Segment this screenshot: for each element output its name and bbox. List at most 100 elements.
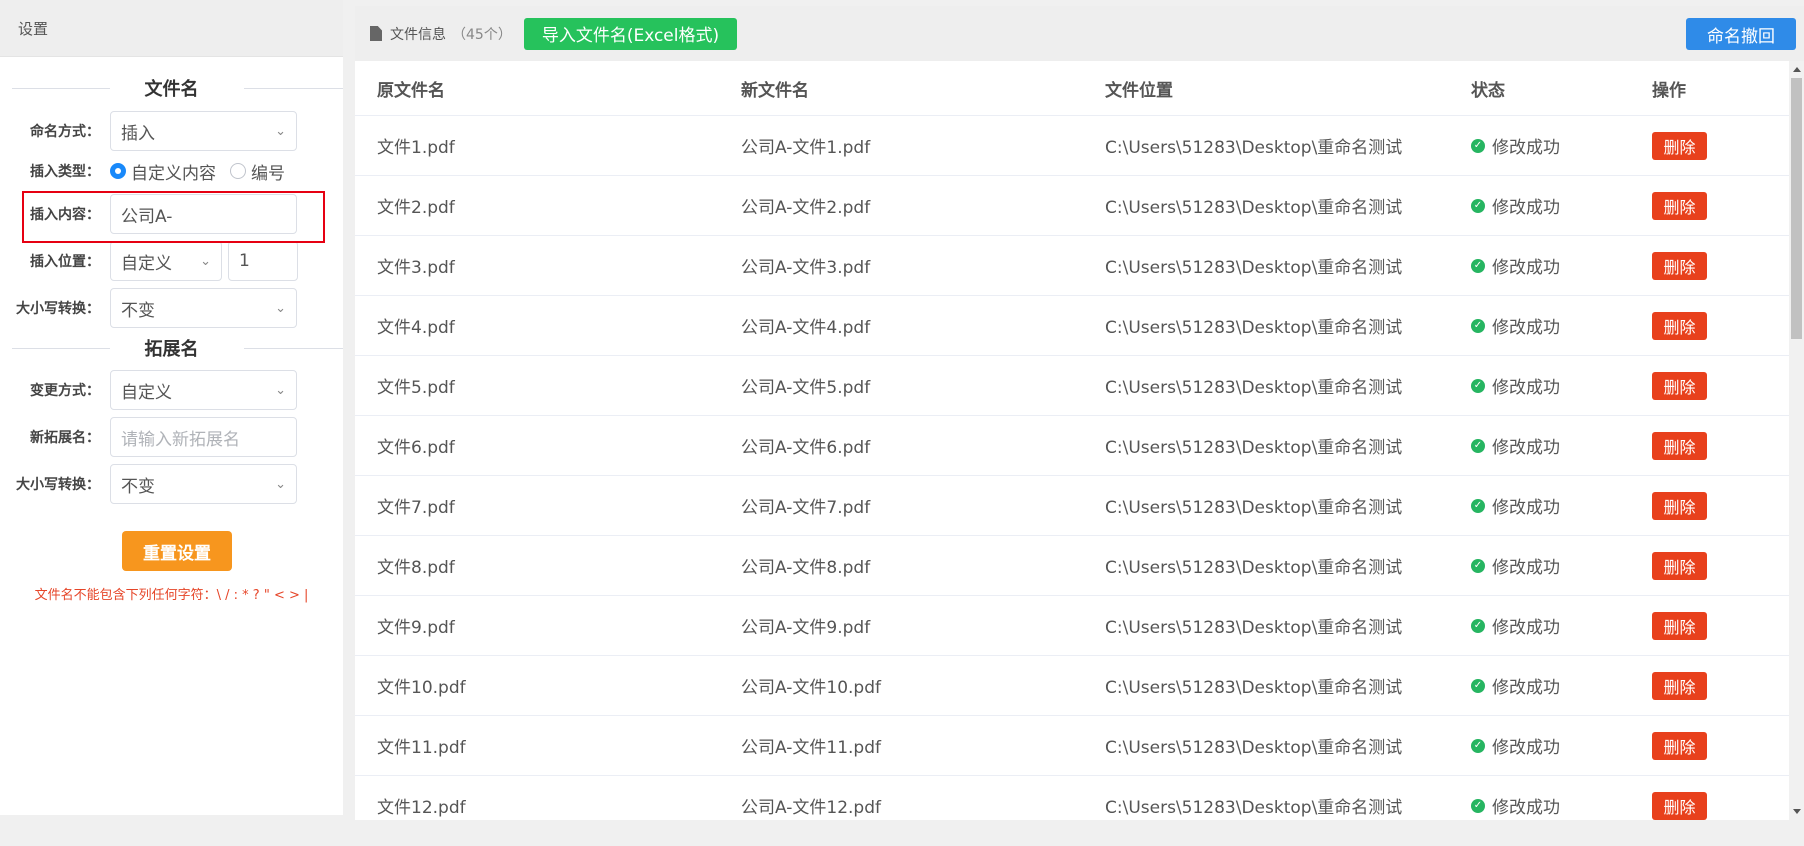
new-filename: 公司A-文件2.pdf [741,198,871,218]
new-filename: 公司A-文件3.pdf [741,258,871,278]
column-header-status[interactable]: 状态 [1449,76,1635,101]
naming-method-row: 命名方式： 插入 ⌄ [0,111,343,151]
insert-position-number-input[interactable]: 1 [228,241,298,281]
change-method-select[interactable]: 自定义 ⌄ [110,370,297,410]
import-filenames-button[interactable]: 导入文件名(Excel格式) [523,17,738,50]
status-cell: ✓ 修改成功 [1449,433,1635,458]
action-cell: 删除 [1635,311,1789,340]
settings-header: 设置 [0,0,343,57]
file-count: （45个） [452,26,512,43]
status-text: 修改成功 [1492,618,1560,638]
filename-section-title: 文件名 [0,75,343,103]
column-header-original[interactable]: 原文件名 [355,76,719,101]
bottom-strip [0,820,1804,846]
status-text: 修改成功 [1492,798,1560,818]
insert-content-highlight-box [22,191,325,243]
new-filename: 公司A-文件12.pdf [741,798,881,818]
case-convert-label: 大小写转换： [16,301,100,317]
delete-button[interactable]: 删除 [1652,371,1707,400]
insert-type-number-option[interactable]: 编号 [230,159,285,184]
new-filename: 公司A-文件11.pdf [741,738,881,758]
scroll-up-icon[interactable] [1793,67,1801,72]
insert-position-label: 插入位置： [30,254,100,270]
change-method-value: 自定义 [121,382,172,403]
vertical-scrollbar[interactable] [1789,61,1804,820]
insert-type-custom-label: 自定义内容 [131,163,216,184]
new-filename: 公司A-文件1.pdf [741,138,871,158]
file-table: 原文件名 新文件名 文件位置 状态 操作 文件1.pdf 公司A-文件1.pdf C… [355,61,1789,836]
radio-unchecked-icon[interactable] [230,163,246,179]
column-header-new[interactable]: 新文件名 [719,76,1083,101]
delete-button[interactable]: 删除 [1652,491,1707,520]
action-cell: 删除 [1635,191,1789,220]
delete-button[interactable]: 删除 [1652,791,1707,820]
delete-button[interactable]: 删除 [1652,251,1707,280]
table-row: 文件2.pdf 公司A-文件2.pdf C:\Users\51283\Desktop… [355,176,1789,236]
undo-rename-button[interactable]: 命名撤回 [1686,18,1796,50]
check-circle-icon: ✓ [1471,618,1485,633]
action-cell: 删除 [1635,611,1789,640]
file-location: C:\Users\51283\Desktop\重命名测试 [1105,798,1403,818]
ext-case-convert-value: 不变 [121,476,155,497]
action-cell: 删除 [1635,251,1789,280]
new-filename: 公司A-文件8.pdf [741,558,871,578]
original-filename: 文件1.pdf [377,138,455,158]
status-cell: ✓ 修改成功 [1449,793,1635,818]
action-cell: 删除 [1635,551,1789,580]
check-circle-icon: ✓ [1471,258,1485,273]
status-text: 修改成功 [1492,258,1560,278]
case-convert-value: 不变 [121,300,155,321]
check-circle-icon: ✓ [1471,438,1485,453]
ext-case-convert-select[interactable]: 不变 ⌄ [110,464,297,504]
filename-warning: 文件名不能包含下列任何字符：\ / : * ? " < > | [34,588,309,603]
original-filename: 文件10.pdf [377,678,466,698]
delete-button[interactable]: 删除 [1652,131,1707,160]
column-header-location[interactable]: 文件位置 [1083,76,1449,101]
delete-button[interactable]: 删除 [1652,311,1707,340]
status-cell: ✓ 修改成功 [1449,253,1635,278]
reset-settings-button[interactable]: 重置设置 [122,531,232,571]
table-row: 文件10.pdf 公司A-文件10.pdf C:\Users\51283\Deskt… [355,656,1789,716]
table-row: 文件3.pdf 公司A-文件3.pdf C:\Users\51283\Desktop… [355,236,1789,296]
delete-button[interactable]: 删除 [1652,551,1707,580]
status-cell: ✓ 修改成功 [1449,733,1635,758]
radio-checked-icon[interactable] [110,163,126,179]
settings-panel: 设置 文件名 命名方式： 插入 ⌄ 插入类型： 自定义内容 编号 插入内容： 公… [0,0,343,815]
table-row: 文件9.pdf 公司A-文件9.pdf C:\Users\51283\Desktop… [355,596,1789,656]
file-location: C:\Users\51283\Desktop\重命名测试 [1105,318,1403,338]
status-text: 修改成功 [1492,738,1560,758]
delete-button[interactable]: 删除 [1652,611,1707,640]
file-icon [370,26,382,41]
delete-button[interactable]: 删除 [1652,671,1707,700]
status-cell: ✓ 修改成功 [1449,133,1635,158]
insert-type-custom-option[interactable]: 自定义内容 [110,159,216,184]
status-cell: ✓ 修改成功 [1449,553,1635,578]
case-convert-select[interactable]: 不变 ⌄ [110,288,297,328]
new-filename: 公司A-文件9.pdf [741,618,871,638]
change-method-label: 变更方式： [30,383,100,399]
chevron-down-icon: ⌄ [275,123,286,139]
naming-method-select[interactable]: 插入 ⌄ [110,111,297,151]
delete-button[interactable]: 删除 [1652,731,1707,760]
check-circle-icon: ✓ [1471,198,1485,213]
file-location: C:\Users\51283\Desktop\重命名测试 [1105,498,1403,518]
delete-button[interactable]: 删除 [1652,191,1707,220]
scroll-down-icon[interactable] [1793,809,1801,814]
action-cell: 删除 [1635,671,1789,700]
column-header-action[interactable]: 操作 [1635,76,1789,101]
delete-button[interactable]: 删除 [1652,431,1707,460]
table-body: 文件1.pdf 公司A-文件1.pdf C:\Users\51283\Desktop… [355,116,1789,836]
check-circle-icon: ✓ [1471,798,1485,813]
scrollbar-thumb[interactable] [1791,78,1802,339]
status-text: 修改成功 [1492,198,1560,218]
status-text: 修改成功 [1492,438,1560,458]
file-info-title: 文件信息 [390,26,446,43]
new-extension-input[interactable]: 请输入新拓展名 [110,417,297,457]
original-filename: 文件5.pdf [377,378,455,398]
naming-method-value: 插入 [121,123,155,144]
original-filename: 文件2.pdf [377,198,455,218]
table-row: 文件7.pdf 公司A-文件7.pdf C:\Users\51283\Desktop… [355,476,1789,536]
check-circle-icon: ✓ [1471,498,1485,513]
insert-position-select[interactable]: 自定义 ⌄ [110,241,222,281]
original-filename: 文件9.pdf [377,618,455,638]
